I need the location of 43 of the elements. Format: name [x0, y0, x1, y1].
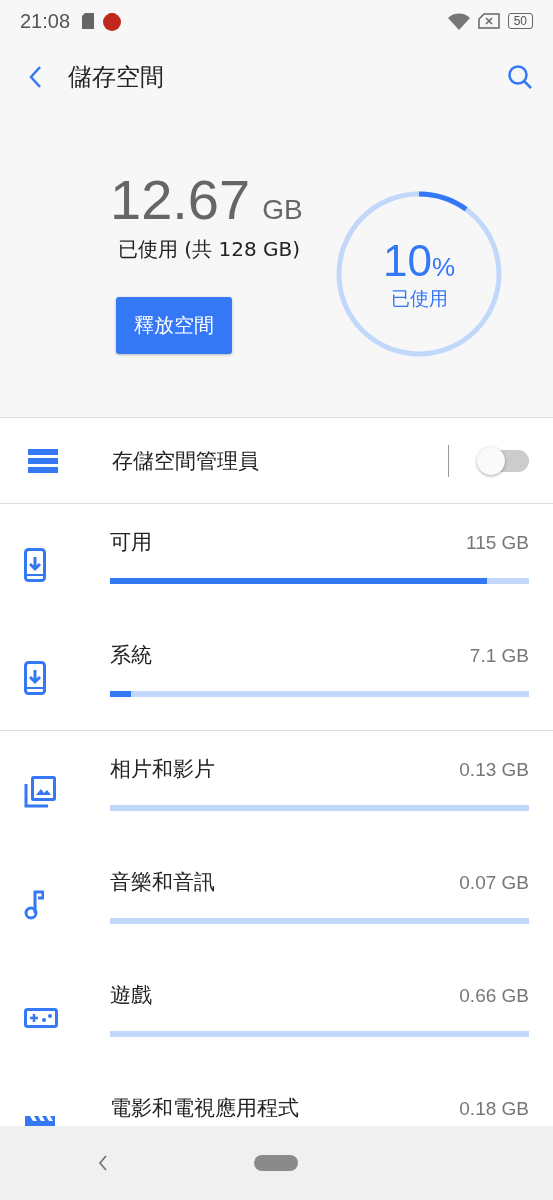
category-label: 系統: [110, 642, 152, 669]
percent-sign: %: [431, 252, 456, 282]
gamepad-icon: [24, 1007, 58, 1028]
storage-category-item[interactable]: 遊戲 0.66 GB: [0, 957, 553, 1070]
battery-level: 50: [507, 13, 533, 29]
category-size: 0.66 GB: [459, 985, 529, 1007]
free-up-space-button[interactable]: 釋放空間: [116, 297, 232, 354]
storage-category-item[interactable]: 相片和影片 0.13 GB: [0, 731, 553, 844]
category-size: 115 GB: [465, 532, 529, 554]
music-note-icon: [24, 889, 44, 920]
usage-caption: 已使用: [390, 286, 448, 311]
wifi-icon: [447, 12, 470, 30]
status-time: 21:08: [20, 9, 71, 33]
used-amount: 12.67: [110, 170, 251, 230]
category-label: 音樂和音訊: [110, 869, 215, 896]
storage-list-icon: [28, 448, 58, 473]
category-size: 0.13 GB: [459, 759, 529, 781]
no-sim-icon: [477, 13, 500, 29]
app-badge-icon: [102, 11, 123, 31]
category-label: 電影和電視應用程式: [110, 1095, 299, 1122]
home-pill-button[interactable]: [254, 1155, 298, 1171]
storage-category-item[interactable]: 可用 115 GB: [0, 504, 553, 617]
usage-percent: 10: [382, 236, 432, 285]
phone-download-icon: [24, 660, 46, 695]
category-size: 0.18 GB: [459, 1098, 529, 1120]
nav-back-button[interactable]: [98, 1155, 108, 1171]
category-label: 可用: [110, 529, 152, 556]
used-caption: 已使用 (共 128 GB): [118, 236, 301, 263]
used-unit: GB: [262, 194, 303, 226]
storage-category-item[interactable]: 音樂和音訊 0.07 GB: [0, 844, 553, 957]
clapperboard-icon: [24, 1114, 56, 1126]
storage-manager-label: 存儲空間管理員: [112, 447, 260, 475]
category-label: 相片和影片: [110, 756, 215, 783]
category-size: 0.07 GB: [459, 872, 529, 894]
page-title: 儲存空間: [68, 62, 165, 93]
storage-category-item[interactable]: 電影和電視應用程式 0.18 GB: [0, 1070, 553, 1126]
storage-category-item[interactable]: 系統 7.1 GB: [0, 617, 553, 730]
storage-manager-switch[interactable]: [479, 449, 529, 472]
category-label: 遊戲: [110, 982, 152, 1009]
category-size: 7.1 GB: [469, 645, 529, 667]
sim-card-icon: [82, 13, 95, 29]
phone-download-icon: [24, 547, 46, 582]
photos-icon: [24, 775, 56, 808]
